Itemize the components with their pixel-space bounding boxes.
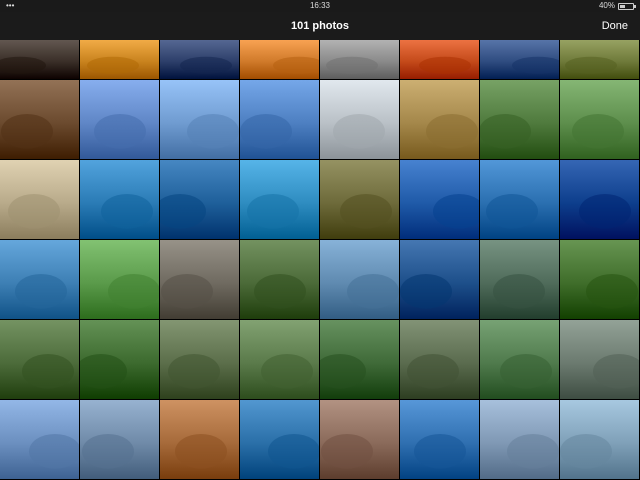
photo-thumbnail[interactable] — [240, 80, 319, 159]
photo-thumbnail[interactable] — [480, 400, 559, 479]
photo-thumbnail[interactable] — [400, 160, 479, 239]
photo-thumbnail[interactable] — [160, 160, 239, 239]
photo-thumbnail[interactable] — [80, 400, 159, 479]
photo-thumbnail[interactable] — [320, 160, 399, 239]
photo-thumbnail[interactable] — [320, 40, 399, 79]
photo-thumbnail[interactable] — [0, 80, 79, 159]
photo-thumbnail[interactable] — [0, 240, 79, 319]
status-right: 40% — [598, 0, 636, 12]
photo-thumbnail[interactable] — [400, 400, 479, 479]
photo-thumbnail[interactable] — [240, 400, 319, 479]
photo-thumbnail[interactable] — [320, 240, 399, 319]
photo-thumbnail[interactable] — [320, 80, 399, 159]
photo-thumbnail[interactable] — [560, 240, 639, 319]
photo-thumbnail[interactable] — [0, 40, 79, 79]
photo-thumbnail[interactable] — [0, 320, 79, 399]
photo-thumbnail[interactable] — [240, 40, 319, 79]
photo-thumbnail[interactable] — [0, 400, 79, 479]
status-bar: ••• 16:33 40% — [0, 0, 640, 12]
photo-thumbnail[interactable] — [480, 320, 559, 399]
photo-thumbnail[interactable] — [320, 320, 399, 399]
photo-thumbnail[interactable] — [80, 80, 159, 159]
photo-thumbnail[interactable] — [400, 80, 479, 159]
photo-thumbnail[interactable] — [160, 40, 239, 79]
photo-thumbnail[interactable] — [240, 320, 319, 399]
photo-thumbnail[interactable] — [160, 320, 239, 399]
photo-thumbnail[interactable] — [560, 400, 639, 479]
photo-thumbnail[interactable] — [560, 80, 639, 159]
photo-thumbnail[interactable] — [480, 40, 559, 79]
photo-thumbnail[interactable] — [480, 160, 559, 239]
navigation-bar: 101 photos Done — [0, 12, 640, 40]
photo-grid — [0, 40, 640, 480]
photo-thumbnail[interactable] — [160, 400, 239, 479]
photo-thumbnail[interactable] — [240, 160, 319, 239]
photo-thumbnail[interactable] — [80, 320, 159, 399]
battery-icon — [618, 2, 636, 10]
photo-thumbnail[interactable] — [480, 240, 559, 319]
photo-thumbnail[interactable] — [80, 160, 159, 239]
photo-thumbnail[interactable] — [0, 160, 79, 239]
photo-thumbnail[interactable] — [560, 40, 639, 79]
photo-thumbnail[interactable] — [480, 80, 559, 159]
photo-thumbnail[interactable] — [400, 40, 479, 79]
done-button[interactable]: Done — [602, 12, 628, 40]
photo-thumbnail[interactable] — [560, 320, 639, 399]
photo-thumbnail[interactable] — [80, 40, 159, 79]
photo-thumbnail[interactable] — [240, 240, 319, 319]
status-time: 16:33 — [309, 1, 331, 10]
photo-thumbnail[interactable] — [400, 320, 479, 399]
photo-thumbnail[interactable] — [560, 160, 639, 239]
photo-thumbnail[interactable] — [320, 400, 399, 479]
photo-thumbnail[interactable] — [160, 80, 239, 159]
photo-thumbnail[interactable] — [400, 240, 479, 319]
page-title: 101 photos — [290, 20, 350, 32]
photo-thumbnail[interactable] — [160, 240, 239, 319]
photo-thumbnail[interactable] — [80, 240, 159, 319]
battery-percent: 40% — [598, 1, 615, 10]
